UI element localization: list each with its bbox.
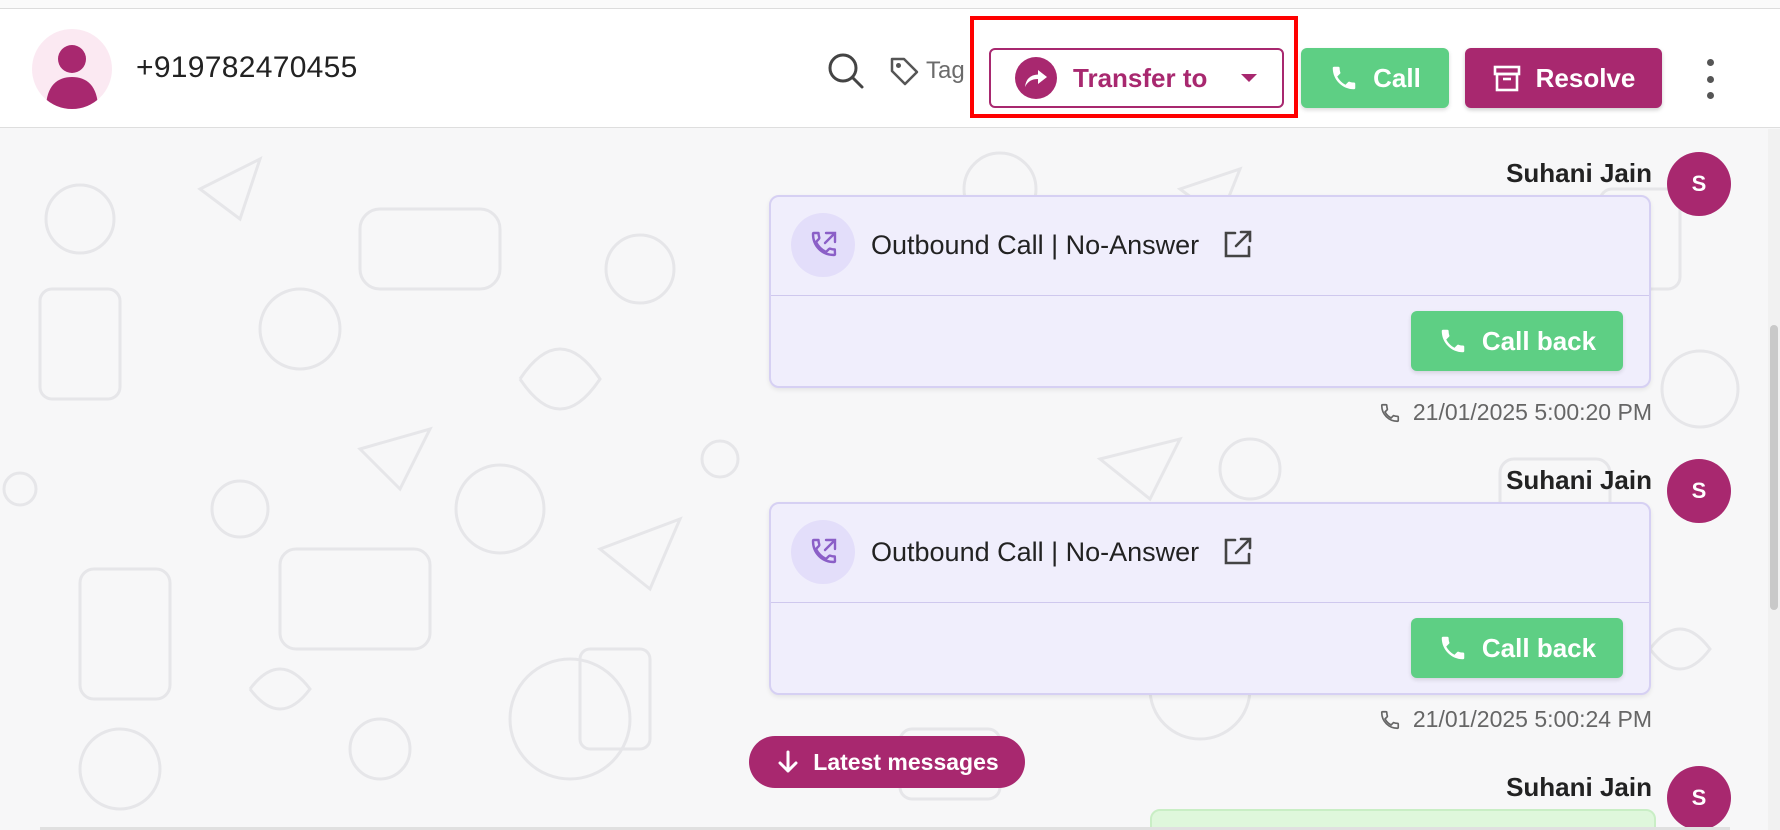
call-log-title: Outbound Call | No-Answer xyxy=(871,230,1200,260)
message-sender-name: Suhani Jain xyxy=(1506,465,1652,495)
message-timestamp-text: 21/01/2025 5:00:20 PM xyxy=(1412,399,1652,425)
tag-icon xyxy=(890,57,919,86)
tag-button[interactable]: Tag xyxy=(888,53,965,89)
conversation-header: +919782470455 Tag Transfer to Call Resol… xyxy=(0,9,1780,128)
message-timestamp-text: 21/01/2025 5:00:24 PM xyxy=(1412,706,1652,732)
call-log-card-header: Outbound Call | No-Answer xyxy=(771,504,1649,603)
sender-avatar: S xyxy=(1667,152,1731,216)
message-sender-name: Suhani Jain xyxy=(1506,772,1652,802)
archive-icon xyxy=(1493,65,1520,92)
sender-avatar: S xyxy=(1667,459,1731,523)
message-area[interactable]: Suhani Jain S Outbound Call | No-Answer … xyxy=(0,129,1780,830)
scrollbar-thumb[interactable] xyxy=(1770,325,1778,610)
phone-icon xyxy=(1441,329,1465,353)
more-vertical-icon[interactable] xyxy=(1698,59,1722,99)
call-back-label: Call back xyxy=(1481,325,1597,356)
message-sender-name: Suhani Jain xyxy=(1506,158,1652,188)
call-log-card: Outbound Call | No-Answer Call back xyxy=(769,195,1651,388)
call-back-label: Call back xyxy=(1481,632,1597,663)
latest-messages-label: Latest messages xyxy=(813,748,999,775)
call-button[interactable]: Call xyxy=(1301,48,1449,108)
call-back-button[interactable]: Call back xyxy=(1411,311,1623,371)
call-log-card-header: Outbound Call | No-Answer xyxy=(771,197,1649,296)
outbound-call-icon xyxy=(791,213,855,277)
call-label: Call xyxy=(1373,62,1421,93)
window-top-strip xyxy=(0,0,1780,9)
sender-avatar: S xyxy=(1667,766,1731,830)
phone-icon xyxy=(1380,403,1399,422)
transfer-highlight-box xyxy=(970,16,1298,118)
call-back-button[interactable]: Call back xyxy=(1411,618,1623,678)
resolve-button[interactable]: Resolve xyxy=(1465,48,1662,108)
external-link-icon[interactable] xyxy=(1221,534,1255,568)
search-icon[interactable] xyxy=(826,51,866,91)
phone-icon xyxy=(1332,66,1356,90)
resolve-label: Resolve xyxy=(1535,62,1636,93)
phone-icon xyxy=(1441,636,1465,660)
external-link-icon[interactable] xyxy=(1221,227,1255,261)
phone-icon xyxy=(1380,710,1399,729)
message-timestamp: 21/01/2025 5:00:24 PM xyxy=(1360,706,1652,733)
arrow-down-icon xyxy=(778,750,798,773)
latest-messages-button[interactable]: Latest messages xyxy=(749,736,1025,788)
user-avatar-icon xyxy=(46,45,98,109)
outbound-call-icon xyxy=(791,520,855,584)
call-log-card: Outbound Call | No-Answer Call back xyxy=(769,502,1651,695)
tag-label: Tag xyxy=(926,57,965,84)
contact-avatar[interactable] xyxy=(32,29,112,109)
call-log-title: Outbound Call | No-Answer xyxy=(871,537,1200,567)
message-timestamp: 21/01/2025 5:00:20 PM xyxy=(1360,399,1652,426)
contact-phone-number: +919782470455 xyxy=(136,51,358,84)
